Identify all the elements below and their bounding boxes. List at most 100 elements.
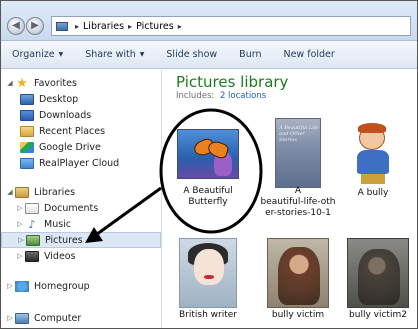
address-bar[interactable]: ▸ Libraries ▸ Pictures ▸: [51, 16, 411, 36]
nav-item-recent-places[interactable]: Recent Places: [20, 123, 105, 139]
downloads-icon: [20, 109, 34, 121]
nav-item-documents[interactable]: ▷ Documents: [15, 200, 98, 216]
nav-homegroup-label: Homegroup: [34, 280, 90, 292]
nav-item-music[interactable]: ▷ ♪ Music: [15, 216, 71, 232]
computer-icon: [15, 312, 29, 324]
libraries-icon: [15, 186, 29, 198]
nav-favorites[interactable]: ◢ ★ Favorites: [5, 75, 77, 91]
realplayer-icon: [20, 157, 34, 169]
file-list-pane: Pictures library Includes: 2 locations A…: [163, 70, 417, 328]
figure-hair: [358, 123, 386, 133]
butterfly-thumbnail[interactable]: [177, 129, 239, 179]
nav-item-downloads[interactable]: Downloads: [20, 107, 91, 123]
library-includes: Includes: 2 locations: [176, 91, 266, 101]
explorer-window: ◀ ▶ ▸ Libraries ▸ Pictures ▸ Organize ▼ …: [0, 0, 418, 329]
collapse-arrow-icon[interactable]: ▷: [16, 236, 26, 244]
nav-homegroup[interactable]: ▷ Homegroup: [5, 278, 90, 294]
command-bar: Organize ▼ Share with ▼ Slide show Burn …: [1, 41, 417, 69]
nav-item-pictures[interactable]: ▷ Pictures: [1, 232, 161, 248]
homegroup-icon: [15, 280, 29, 292]
slide-show-label: Slide show: [166, 49, 218, 60]
file-label-line: British writer: [179, 310, 237, 320]
nav-item-realplayer-cloud[interactable]: RealPlayer Cloud: [20, 155, 119, 171]
book-cover-thumbnail[interactable]: A Beautiful Life and Other Stories: [275, 118, 321, 188]
organize-button[interactable]: Organize ▼: [1, 49, 74, 60]
nav-item-desktop[interactable]: Desktop: [20, 91, 78, 107]
breadcrumb-pictures[interactable]: Pictures: [136, 21, 174, 32]
file-label-butterfly[interactable]: A Beautiful Butterfly: [163, 186, 253, 208]
back-button[interactable]: ◀: [7, 17, 25, 35]
collapse-arrow-icon[interactable]: ▷: [5, 314, 15, 322]
portrait-face: [194, 249, 224, 285]
file-label-line: A Beautiful: [183, 186, 233, 196]
nav-item-label: Pictures: [45, 234, 83, 246]
sad-person-thumbnail[interactable]: [267, 238, 329, 308]
file-label-line: bully victim2: [349, 310, 407, 320]
file-label-bully[interactable]: A bully: [328, 188, 417, 199]
slide-show-button[interactable]: Slide show: [155, 49, 228, 60]
nav-item-label: Documents: [44, 202, 99, 214]
portrait-lips: [204, 275, 214, 279]
chevron-down-icon: ▼: [58, 51, 64, 58]
breadcrumb-libraries[interactable]: Libraries: [83, 21, 124, 32]
library-title: Pictures library: [176, 73, 289, 91]
person-shape: [358, 249, 400, 305]
new-folder-label: New folder: [283, 49, 335, 60]
burn-button[interactable]: Burn: [228, 49, 272, 60]
nav-item-label: RealPlayer Cloud: [39, 157, 120, 169]
file-label-bully-victim[interactable]: bully victim: [253, 310, 343, 321]
documents-icon: [25, 202, 39, 214]
sad-person-thumbnail[interactable]: [347, 238, 409, 308]
google-drive-icon: [20, 141, 34, 153]
nav-item-videos[interactable]: ▷ Videos: [15, 248, 76, 264]
collapse-arrow-icon[interactable]: ▷: [5, 282, 15, 290]
organize-label: Organize: [12, 49, 55, 60]
music-icon: ♪: [28, 217, 36, 231]
file-label-line: bully victim: [271, 310, 325, 320]
portrait-thumbnail[interactable]: [179, 238, 237, 308]
nav-item-label: Downloads: [39, 109, 92, 121]
breadcrumb-separator-icon[interactable]: ▸: [128, 22, 132, 31]
book-cover-text: A Beautiful Life and Other Stories: [279, 125, 319, 143]
navigation-pane: ◢ ★ Favorites Desktop Downloads Recent P…: [1, 70, 162, 328]
breadcrumb-separator-icon[interactable]: ▸: [75, 22, 79, 31]
burn-label: Burn: [239, 49, 262, 60]
nav-favorites-label: Favorites: [34, 77, 77, 89]
file-label-line: A bully: [357, 188, 389, 198]
back-arrow-icon: ◀: [12, 20, 20, 31]
forward-arrow-icon: ▶: [31, 20, 39, 31]
forward-button[interactable]: ▶: [26, 17, 44, 35]
address-bar-area: ◀ ▶ ▸ Libraries ▸ Pictures ▸: [1, 1, 417, 41]
share-with-button[interactable]: Share with ▼: [74, 49, 155, 60]
nav-computer-label: Computer: [34, 312, 82, 324]
locations-link[interactable]: 2 locations: [220, 91, 266, 101]
file-label-line: er-stories-10-1: [265, 208, 331, 218]
collapse-arrow-icon[interactable]: ▷: [15, 204, 25, 212]
nav-item-google-drive[interactable]: Google Drive: [20, 139, 101, 155]
desktop-icon: [20, 93, 34, 105]
nav-item-label: Desktop: [39, 93, 79, 105]
recent-places-icon: [20, 125, 34, 137]
nav-libraries-label: Libraries: [34, 186, 76, 198]
expand-arrow-icon[interactable]: ◢: [5, 188, 15, 196]
file-label-british-writer[interactable]: British writer: [163, 310, 253, 321]
breadcrumb-separator-icon[interactable]: ▸: [178, 22, 182, 31]
figure-body: [357, 150, 389, 174]
libraries-icon: [56, 21, 68, 31]
collapse-arrow-icon[interactable]: ▷: [15, 252, 25, 260]
favorites-star-icon: ★: [16, 75, 28, 91]
nav-item-label: Videos: [44, 250, 76, 262]
pictures-icon: [26, 234, 40, 246]
file-label-line: Butterfly: [188, 197, 228, 207]
nav-item-label: Recent Places: [39, 125, 106, 137]
includes-label: Includes:: [176, 91, 215, 101]
file-label-bully-victim2[interactable]: bully victim2: [333, 310, 417, 321]
nav-libraries[interactable]: ◢ Libraries: [5, 184, 75, 200]
new-folder-button[interactable]: New folder: [272, 49, 345, 60]
collapse-arrow-icon[interactable]: ▷: [15, 220, 25, 228]
cartoon-bully-thumbnail[interactable]: [345, 122, 401, 186]
nav-computer[interactable]: ▷ Computer: [5, 310, 81, 326]
expand-arrow-icon[interactable]: ◢: [5, 79, 15, 87]
person-shape: [278, 247, 320, 305]
chevron-down-icon: ▼: [139, 51, 145, 58]
